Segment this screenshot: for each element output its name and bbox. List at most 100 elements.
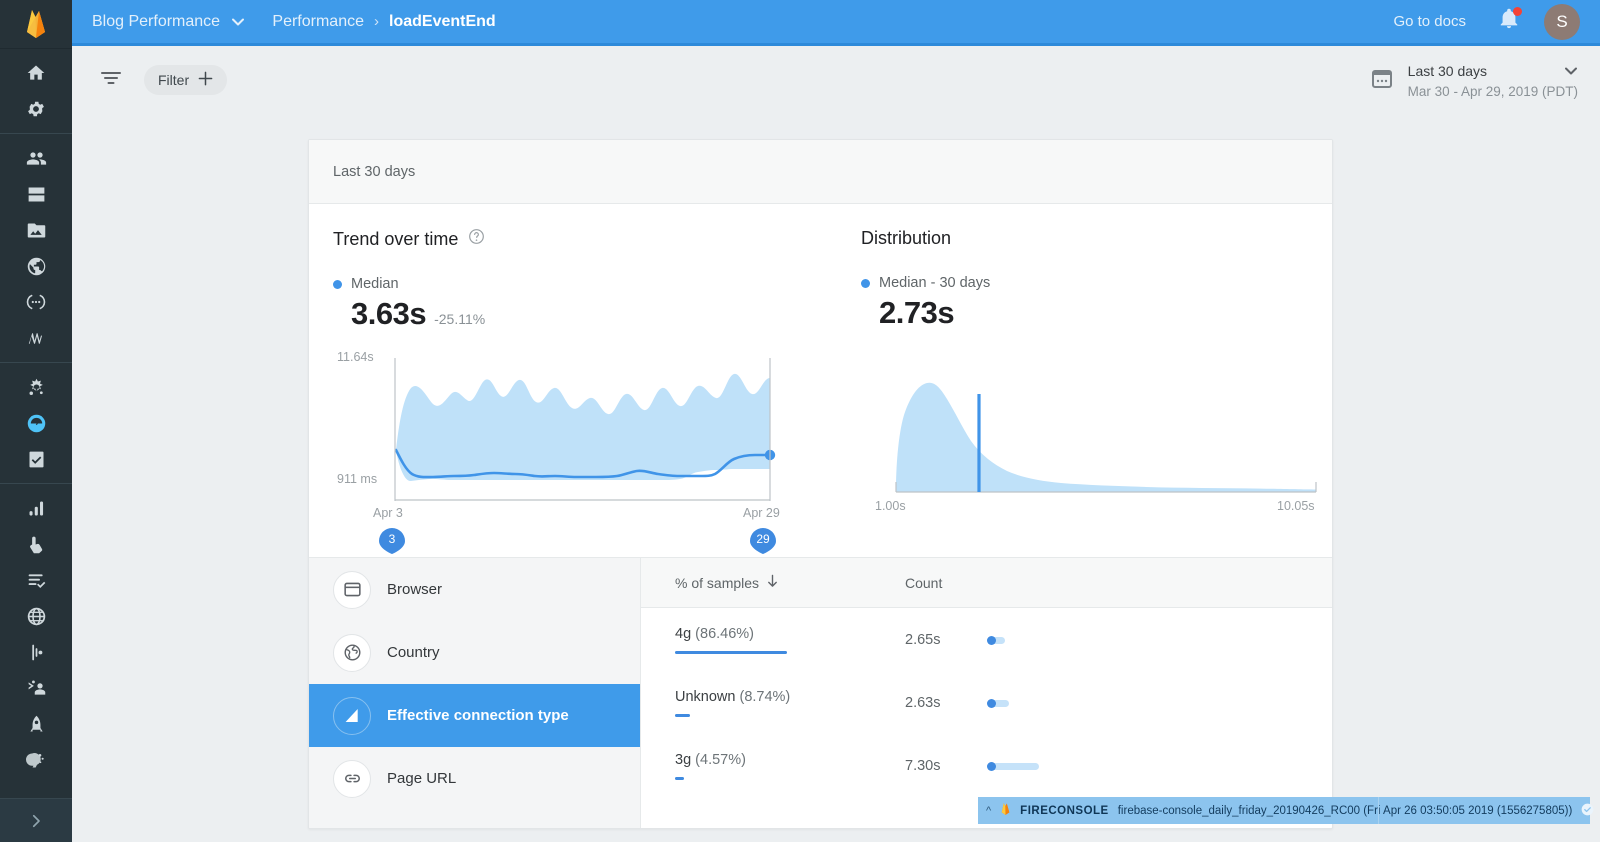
breakdown-table: % of samples Count 4g (86.46%) 2.65s Unk… [641,558,1332,828]
analytics-bars-icon[interactable] [0,490,72,526]
chevron-down-icon[interactable] [232,13,245,31]
dimension-item-page-url[interactable]: Page URL [309,747,640,810]
gear-icon[interactable] [0,91,72,127]
row-name-cell: Unknown (8.74%) [675,689,905,717]
trend-pin-end[interactable]: 29 [748,526,778,556]
row-count-value: 2.63s [905,694,941,711]
trend-title: Trend over time [333,228,459,249]
rocket-icon[interactable] [0,706,72,742]
dust-icon[interactable] [0,742,72,778]
charts-row: Trend over time Median 3.63s -25.11% 11.… [309,204,1332,558]
globe-icon [333,633,371,672]
dimension-item-effective-connection-type[interactable]: Effective connection type [309,684,640,747]
breadcrumb-current: loadEventEnd [389,12,496,30]
row-name: 4g [675,625,692,642]
row-count-cell: 2.63s [905,695,1105,711]
rail-expand-button[interactable] [0,798,72,842]
breadcrumb-performance[interactable]: Performance [272,13,364,31]
avatar[interactable]: S [1544,3,1580,40]
dimension-label: Page URL [387,770,457,787]
table-row[interactable]: Unknown (8.74%) 2.63s [641,671,1332,734]
row-name-cell: 4g (86.46%) [675,626,905,654]
calendar-icon [1370,66,1394,95]
row-percent: (86.46%) [695,625,755,642]
filter-lines-icon[interactable] [100,70,122,91]
dimension-item-country[interactable]: Country [309,621,640,684]
distribution-x-end-label: 10.05s [1277,499,1315,513]
row-percent-bar [675,650,787,654]
distribution-title: Distribution [861,228,952,248]
add-filter-button[interactable]: Filter [144,65,228,95]
signal-triangle-icon [333,696,371,735]
dimension-label: Country [387,644,440,661]
test-lab-icon[interactable] [0,441,72,477]
row-percent: (4.57%) [695,751,746,768]
breadcrumb-separator: › [374,13,379,30]
link-icon [333,759,371,798]
row-count-value: 2.65s [905,631,941,648]
top-bar-actions: Go to docs S [1393,3,1580,40]
project-selector[interactable]: Blog Performance [92,13,245,31]
crashlytics-icon[interactable] [0,369,72,405]
help-circle-icon[interactable] [468,228,485,250]
date-range-text: Last 30 days Mar 30 - Apr 29, 2019 (PDT) [1408,62,1578,99]
trend-legend: Median [333,276,813,292]
row-count-cell: 7.30s [905,758,1105,774]
distribution-chart[interactable]: 1.00s 10.05s [861,349,1326,539]
row-name-cell: 3g (4.57%) [675,752,905,780]
performance-icon[interactable] [0,405,72,441]
firebase-flame-logo[interactable] [0,0,72,48]
date-range-selector[interactable]: Last 30 days Mar 30 - Apr 29, 2019 (PDT) [1370,62,1578,99]
row-percent-bar [675,776,684,780]
people-icon[interactable] [0,140,72,176]
trend-pin-start-label: 3 [388,532,396,546]
row-percent: (8.74%) [739,688,791,705]
page-scrollbar[interactable] [1594,49,1600,842]
distribution-legend-label: Median - 30 days [879,275,991,291]
functions-icon[interactable] [0,284,72,320]
trend-delta: -25.11% [434,311,486,327]
column-header-count[interactable]: Count [905,575,1105,591]
tap-finger-icon[interactable] [0,526,72,562]
check-circle-icon[interactable] [1581,803,1594,819]
metric-detail-card: Last 30 days Trend over time Median 3.63… [308,139,1333,829]
database-icon[interactable] [0,176,72,212]
distribution-panel: Distribution Median - 30 days 2.73s 1.00… [837,204,1332,557]
table-row[interactable]: 3g (4.57%) 7.30s [641,734,1332,797]
checklist-icon[interactable] [0,562,72,598]
top-app-bar: Blog Performance Performance › loadEvent… [72,0,1600,46]
chevron-up-icon[interactable]: ^ [986,805,991,817]
trend-chart[interactable]: 11.64s 911 ms Apr 3 Apr 29 3 29 [333,348,813,554]
rail-section-core [0,48,72,133]
dimension-item-browser[interactable]: Browser [309,558,640,621]
date-range-label: Last 30 days [1407,62,1488,79]
home-icon[interactable] [0,55,72,91]
row-count-sparkline [987,635,1047,645]
legend-dot [861,278,870,288]
fireconsole-status-bar: ^ FIRECONSOLE firebase-console_daily_fri… [978,797,1594,824]
dimension-list: Browser Country Effective connection typ… [309,558,641,828]
row-count-sparkline [987,698,1047,708]
trend-title-row: Trend over time [333,228,813,250]
row-name: Unknown [675,688,736,705]
card-header-title: Last 30 days [333,163,416,180]
user-retention-icon[interactable] [0,670,72,706]
legend-dot [333,279,342,289]
row-percent-bar [675,713,690,717]
image-folder-icon[interactable] [0,212,72,248]
chevron-down-icon[interactable] [1565,62,1578,80]
row-count-sparkline [987,761,1047,771]
column-label: Count [905,574,943,591]
go-to-docs-link[interactable]: Go to docs [1393,13,1466,30]
ml-kit-icon[interactable] [0,320,72,356]
notification-bell-icon[interactable] [1498,7,1522,35]
trend-pin-start[interactable]: 3 [377,526,407,556]
rail-section-analytics [0,483,72,784]
column-header-percent-of-samples[interactable]: % of samples [675,574,905,591]
distribution-value-row: 2.73s [879,295,1310,331]
globe-icon[interactable] [0,248,72,284]
status-actions [1581,803,1600,819]
table-row[interactable]: 4g (86.46%) 2.65s [641,608,1332,671]
globe-grid-icon[interactable] [0,598,72,634]
funnel-bars-icon[interactable] [0,634,72,670]
